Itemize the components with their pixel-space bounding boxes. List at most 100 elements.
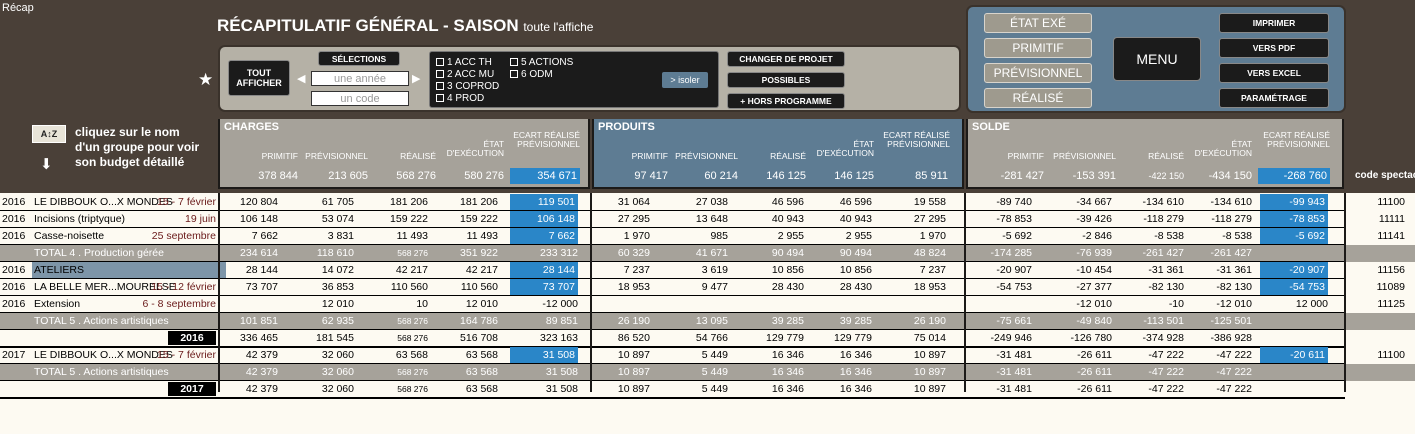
charges-cell: 568 276 <box>397 248 428 258</box>
charges-cell: 10 <box>416 298 428 310</box>
table-row[interactable]: 2016 Extension 6 - 8 septembre 11125 12 010 1… <box>0 296 1415 313</box>
solde-cell: -54 753 <box>1260 279 1328 296</box>
produits-cell: 27 038 <box>695 196 728 208</box>
arrow-right-icon[interactable]: ▶ <box>412 72 420 85</box>
annee-input[interactable]: une année <box>311 71 409 86</box>
category-checkbox[interactable]: 4 PROD <box>436 93 499 105</box>
solde-cell: -386 928 <box>1210 332 1252 344</box>
produits-cell: 2 955 <box>845 230 872 242</box>
charges-cell: 63 568 <box>465 383 498 395</box>
year-cell: 2016 <box>2 264 26 276</box>
solde-cell: -12 010 <box>1076 298 1112 310</box>
produits-cell: 75 014 <box>913 332 946 344</box>
table-row[interactable]: 2016 ATELIERS 11156 28 144 14 072 42 217 42 21… <box>0 262 1415 279</box>
primitif-button[interactable]: PRIMITIF <box>984 38 1092 58</box>
row-separator <box>0 397 1345 399</box>
table-row[interactable]: 2016 LA BELLE MER...MOURELSE 15 - 12 févri… <box>0 279 1415 296</box>
table-row[interactable]: 2016 Incisions (triptyque) 19 juin 11111 106… <box>0 211 1415 228</box>
produits-cell: 40 943 <box>771 213 804 225</box>
star-icon[interactable]: ★ <box>198 70 213 90</box>
solde-cell <box>1260 381 1328 398</box>
isoler-button[interactable]: > isoler <box>662 72 708 88</box>
solde-cell: -10 454 <box>1076 264 1112 276</box>
produits-cell: 129 779 <box>766 332 804 344</box>
solde-cell: -39 426 <box>1076 213 1112 225</box>
title-sub: toute l'affiche <box>523 20 594 34</box>
charges-cell: 233 312 <box>540 247 578 259</box>
produits-cell <box>740 296 804 313</box>
produits-cell: 54 766 <box>695 332 728 344</box>
charges-cell: 32 060 <box>321 383 354 395</box>
category-checkbox[interactable]: 2 ACC MU <box>436 69 499 81</box>
produits-cell: 16 346 <box>771 349 804 361</box>
charges-cell: 61 705 <box>321 196 354 208</box>
dates-cell: 15 - 7 février <box>157 196 216 208</box>
possibles-button[interactable]: POSSIBLES <box>727 72 845 88</box>
solde-cell: -99 943 <box>1260 194 1328 211</box>
charges-cell: 120 804 <box>240 196 278 208</box>
solde-cell: -26 611 <box>1077 366 1112 378</box>
solde-cell: -82 130 <box>1216 281 1252 293</box>
table-row[interactable]: 2017 LE DIBBOUK O...X MONDES 15 - 7 févrie… <box>0 347 1415 364</box>
total-value: -422 150 <box>1148 171 1184 181</box>
produits-cell: 10 897 <box>913 366 946 378</box>
hors-programme-button[interactable]: + HORS PROGRAMME <box>727 93 845 109</box>
charges-cell: 28 144 <box>245 264 278 276</box>
menu-button[interactable]: MENU <box>1113 37 1201 81</box>
solde-cell: -76 939 <box>1076 247 1112 259</box>
parametrage-button[interactable]: PARAMÉTRAGE <box>1219 88 1329 108</box>
pdf-button[interactable]: VERS PDF <box>1219 38 1329 58</box>
previsionnel-button[interactable]: PRÉVISIONNEL <box>984 63 1092 83</box>
divider <box>218 193 220 392</box>
category-checkbox[interactable]: 3 COPROD <box>436 81 499 93</box>
category-checkbox[interactable]: 1 ACC TH <box>436 57 499 69</box>
solde-cell: -26 611 <box>1077 383 1112 395</box>
col-ecart: ECART RÉALISÉ PRÉVISIONNEL <box>883 130 950 149</box>
arrow-left-icon[interactable]: ◀ <box>297 72 305 85</box>
code-input[interactable]: un code <box>311 91 409 106</box>
col-realise: RÉALISÉ <box>1148 151 1184 161</box>
produits-cell: 1 970 <box>623 230 650 242</box>
col-primitif: PRIMITIF <box>631 151 668 161</box>
etat-exe-button[interactable]: ÉTAT EXÉ <box>984 13 1092 33</box>
col-etat: ÉTAT D'EXÉCUTION <box>1194 139 1252 158</box>
produits-cell: 28 430 <box>771 281 804 293</box>
category-checkbox[interactable]: 6 ODM <box>510 69 573 81</box>
changer-projet-button[interactable]: CHANGER DE PROJET <box>727 51 845 67</box>
solde-cell: -261 427 <box>1142 247 1184 259</box>
solde-cell: -49 840 <box>1076 315 1112 327</box>
solde-cell <box>1260 313 1328 330</box>
selections-button[interactable]: SÉLECTIONS <box>318 51 400 66</box>
table-row[interactable]: 2016 LE DIBBOUK O...X MONDES 15 - 7 févrie… <box>0 194 1415 211</box>
produits-cell <box>594 296 650 313</box>
produits-title: PRODUITS <box>598 121 655 133</box>
col-previsionnel: PRÉVISIONNEL <box>305 151 368 161</box>
solde-cell: -261 427 <box>1210 247 1252 259</box>
total-ecart-value: 354 671 <box>510 168 580 184</box>
divider <box>1344 193 1346 392</box>
charges-cell: 63 568 <box>465 349 498 361</box>
sort-az-icon[interactable]: A↕Z <box>32 125 66 143</box>
produits-cell: 5 449 <box>701 383 728 395</box>
produits-cell <box>878 296 946 313</box>
excel-button[interactable]: VERS EXCEL <box>1219 63 1329 83</box>
col-realise: RÉALISÉ <box>400 151 436 161</box>
code-cell: 11089 <box>1376 281 1405 293</box>
solde-cell: -249 946 <box>990 332 1032 344</box>
table-row[interactable]: 2016 Casse-noisette 25 septembre 11141 7 662… <box>0 228 1415 245</box>
dates-cell: 15 - 7 février <box>157 349 216 361</box>
produits-cell <box>808 296 872 313</box>
produits-cell: 2 955 <box>777 230 804 242</box>
code-cell: 11111 <box>1378 213 1405 225</box>
charges-cell: 12 010 <box>465 298 498 310</box>
imprimer-button[interactable]: IMPRIMER <box>1219 13 1329 33</box>
tout-afficher-button[interactable]: TOUT AFFICHER <box>228 60 290 96</box>
realise-button[interactable]: RÉALISÉ <box>984 88 1092 108</box>
produits-cell: 26 190 <box>617 315 650 327</box>
produits-cell: 19 558 <box>913 196 946 208</box>
solde-cell <box>1260 330 1328 347</box>
charges-cell: 63 568 <box>465 366 498 378</box>
solde-cell: -134 610 <box>1142 196 1184 208</box>
solde-cell: -47 222 <box>1148 349 1184 361</box>
category-checkbox[interactable]: 5 ACTIONS <box>510 57 573 69</box>
